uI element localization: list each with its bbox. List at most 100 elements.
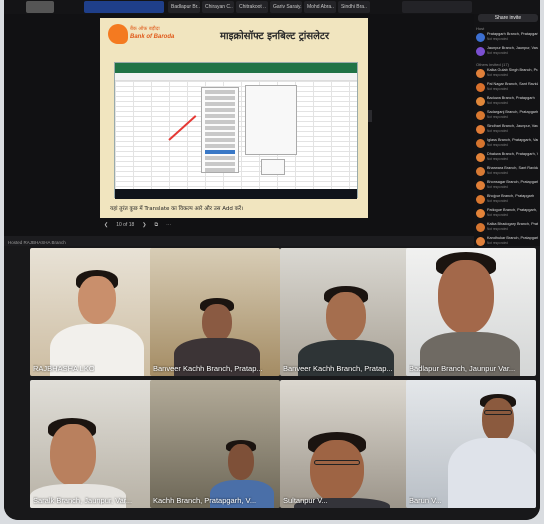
top-tab-2[interactable]: Chirayan C.. bbox=[202, 1, 234, 13]
participant-name: Sindhari Branch, Jaunpur, Varanasi bbox=[487, 124, 538, 128]
top-tab-6[interactable]: Sindhi Bra.. bbox=[338, 1, 370, 13]
participant-status: Not responded bbox=[487, 73, 508, 77]
participant-status: Not responded bbox=[487, 199, 508, 203]
top-tab-1[interactable]: Badlapur Br.. bbox=[168, 1, 200, 13]
participant-name: Kalka Bhadogary Branch, Pratap bbox=[487, 222, 538, 226]
top-thumb-right[interactable] bbox=[402, 1, 472, 13]
top-tab-5[interactable]: Mohd Abra.. bbox=[304, 1, 336, 13]
participant-name: Kandhukar Branch, Pratapgarh bbox=[487, 236, 538, 240]
participant-name: Sadarganj Branch, Pratapgarh bbox=[487, 110, 538, 114]
participant-name: Bharwara Branch, Sant Ravidas bbox=[487, 166, 538, 170]
others-section-label: Others invited (17) bbox=[476, 62, 509, 67]
participant-name: Baduwa Branch, Pratapgarh bbox=[487, 96, 535, 100]
tile-name-label: Banveer Kachh Branch, Pratap... bbox=[283, 364, 393, 373]
excel-ribbon bbox=[115, 63, 357, 73]
participant-name: Bhojpur Branch, Pratapgarh bbox=[487, 194, 535, 198]
bank-logo-icon bbox=[108, 24, 128, 44]
avatar bbox=[476, 181, 485, 190]
slide-title: माइक्रोसॉफ्ट इनबिल्ट ट्रांसलेटर bbox=[220, 31, 330, 42]
video-tile[interactable]: Barun V... bbox=[406, 380, 536, 508]
participant-item[interactable]: Baduwa Branch, Pratapgarh Not responded bbox=[476, 96, 538, 108]
excel-options-buttons bbox=[261, 159, 285, 175]
participant-status: Not responded bbox=[487, 101, 508, 105]
windows-taskbar bbox=[115, 189, 357, 199]
participant-item[interactable]: Pratapgarh Branch, Pratapgarh Not respon… bbox=[476, 32, 538, 44]
avatar bbox=[476, 139, 485, 148]
participant-status: Not responded bbox=[487, 227, 508, 231]
avatar bbox=[476, 209, 485, 218]
participant-item[interactable]: Kalka Gulab Singh Branch, PratapgarhNot … bbox=[476, 68, 538, 80]
participant-status: Not responded bbox=[487, 241, 508, 245]
next-page-icon[interactable]: ❯ bbox=[142, 222, 146, 228]
avatar bbox=[476, 153, 485, 162]
page-indicator: 10 of 18 bbox=[116, 222, 135, 228]
participant-name: Pal Nagar Branch, Sant Ravidas bbox=[487, 82, 538, 86]
presentation-slide: बैंक ऑफ़ बड़ौदा Bank of Baroda माइक्रोसॉ… bbox=[100, 18, 368, 218]
tile-name-label: Barun V... bbox=[409, 496, 442, 505]
participant-status: Not responded bbox=[487, 37, 508, 41]
participant-item[interactable]: Iglass Branch, Pratapgarh, Vara Not respo… bbox=[476, 138, 538, 150]
participant-status: Not responded bbox=[487, 129, 508, 133]
participant-item[interactable]: Bhojpur Branch, Pratapgarh Not responded bbox=[476, 194, 538, 206]
shared-screen-area: बैंक ऑफ़ बड़ौदा Bank of Baroda माइक्रोसॉ… bbox=[4, 14, 474, 236]
prev-page-icon[interactable]: ❮ bbox=[104, 222, 108, 228]
participant-name: Dhakwa Branch, Pratapgarh, Var bbox=[487, 152, 538, 156]
participant-status: Not responded bbox=[487, 171, 508, 175]
next-slide-handle[interactable] bbox=[368, 110, 372, 122]
video-tile[interactable]: Sultanpur V... bbox=[280, 380, 410, 508]
bank-name-english: Bank of Baroda bbox=[130, 34, 175, 40]
top-thumb-active[interactable] bbox=[84, 1, 164, 13]
video-tile[interactable]: Saralk Branch, Jaunpur, Var... bbox=[30, 380, 160, 508]
meeting-window: Badlapur Br.. Chirayan C.. Chitrakoot ..… bbox=[4, 0, 540, 520]
share-invite-button[interactable]: Share invite bbox=[478, 14, 538, 22]
participant-status: Not responded bbox=[487, 157, 508, 161]
participant-item[interactable]: Bhonsagar Branch, Pratapgarh Not responde… bbox=[476, 180, 538, 192]
top-tab-3[interactable]: Chitrakoot .. bbox=[236, 1, 268, 13]
participant-item[interactable]: Sindhari Branch, Jaunpur, VaranasiNot re… bbox=[476, 124, 538, 136]
slide-caption: यहां तुरंत कुछ में Translate का विकल्प आ… bbox=[110, 206, 244, 212]
participant-name: Kalka Gulab Singh Branch, Pratapgarh bbox=[487, 68, 538, 72]
tile-name-label: Saralk Branch, Jaunpur, Var... bbox=[33, 496, 133, 505]
participant-item[interactable]: Kalka Bhadogary Branch, Pratap Not respon… bbox=[476, 222, 538, 234]
participant-status: Not responded bbox=[487, 51, 508, 55]
avatar bbox=[476, 111, 485, 120]
excel-options-menu bbox=[201, 87, 239, 173]
copy-icon[interactable]: ⧉ bbox=[154, 222, 158, 228]
participant-name: Jaunpur Branch, Jaunpur, Varanasi bbox=[487, 46, 538, 50]
slide-controls: ❮ 10 of 18 ❯ ⧉ ⋯ bbox=[104, 222, 171, 228]
video-tile[interactable]: Kachh Branch, Pratapgarh, V... bbox=[150, 380, 280, 508]
avatar bbox=[476, 167, 485, 176]
participant-item[interactable]: Pal Nagar Branch, Sant Ravidas Not respon… bbox=[476, 82, 538, 94]
bank-logo: बैंक ऑफ़ बड़ौदा Bank of Baroda bbox=[108, 24, 178, 50]
participant-item[interactable]: Sadarganj Branch, Pratapgarh Not responde… bbox=[476, 110, 538, 122]
participant-item[interactable]: Jaunpur Branch, Jaunpur, Varanasi Not re… bbox=[476, 46, 538, 58]
video-tile[interactable]: Banveer Kachh Branch, Pratap... bbox=[150, 248, 280, 376]
video-tile[interactable]: Badlapur Branch, Jaunpur Var... bbox=[406, 248, 536, 376]
participant-item[interactable]: Bharwara Branch, Sant Ravidas Not respond… bbox=[476, 166, 538, 178]
avatar bbox=[476, 223, 485, 232]
host-section-label: Host bbox=[476, 26, 485, 31]
tile-name-label: Banveer Kachh Branch, Pratap... bbox=[153, 364, 263, 373]
avatar bbox=[476, 33, 485, 42]
participant-item[interactable]: Patlogue Branch, Pratapgarh, V Not respon… bbox=[476, 208, 538, 220]
avatar bbox=[476, 195, 485, 204]
screenshot-frame: Badlapur Br.. Chirayan C.. Chitrakoot ..… bbox=[0, 0, 544, 524]
avatar bbox=[476, 83, 485, 92]
more-options-icon[interactable]: ⋯ bbox=[166, 222, 171, 228]
tile-name-label: Badlapur Branch, Jaunpur Var... bbox=[409, 364, 516, 373]
excel-options-dialog bbox=[245, 85, 297, 155]
avatar bbox=[476, 97, 485, 106]
video-gallery: RAJBHASHA LKO Banveer Kachh Branch, Prat… bbox=[4, 246, 540, 520]
avatar bbox=[476, 125, 485, 134]
top-thumb-1[interactable] bbox=[26, 1, 54, 13]
top-participant-strip: Badlapur Br.. Chirayan C.. Chitrakoot ..… bbox=[4, 0, 540, 14]
participant-status: Not responded bbox=[487, 185, 508, 189]
top-tab-4[interactable]: Gariv Saraiy.. bbox=[270, 1, 302, 13]
video-tile[interactable]: Banveer Kachh Branch, Pratap... bbox=[280, 248, 410, 376]
participant-item[interactable]: Dhakwa Branch, Pratapgarh, Var Not respon… bbox=[476, 152, 538, 164]
tile-name-label: Kachh Branch, Pratapgarh, V... bbox=[153, 496, 257, 505]
avatar bbox=[476, 47, 485, 56]
participant-name: Bhonsagar Branch, Pratapgarh bbox=[487, 180, 538, 184]
tile-name-label: Sultanpur V... bbox=[283, 496, 328, 505]
video-tile[interactable]: RAJBHASHA LKO bbox=[30, 248, 160, 376]
